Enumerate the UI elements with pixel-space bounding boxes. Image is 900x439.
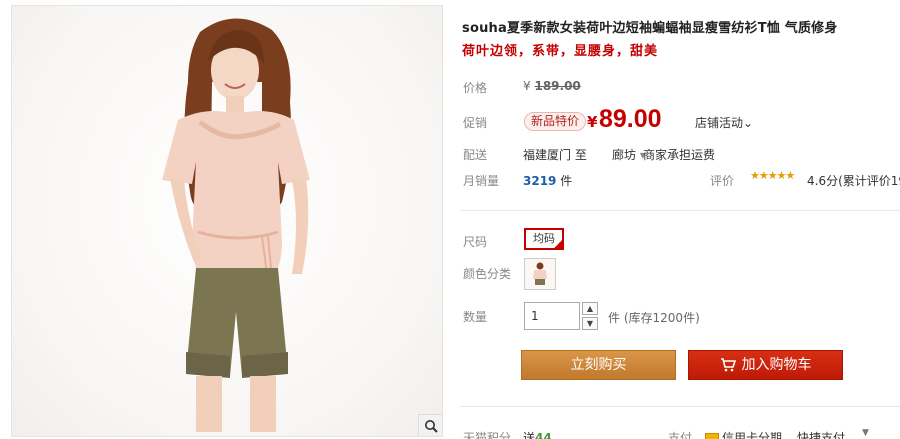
sales-unit: 件 [560,174,573,188]
product-model-photo[interactable] [122,12,352,432]
points-label: 天猫积分 [463,431,512,439]
product-info-panel: souha夏季新款女装荷叶边短袖蝙蝠袖显瘦雪纺衫T恤 气质修身 荷叶边领，系带，… [460,0,900,439]
zoom-button[interactable] [418,414,442,436]
chevron-down-icon: ⌄ [743,116,754,130]
ship-from: 福建厦门 至 [523,146,587,163]
shipping-note: 商家承担运费 [643,148,716,162]
original-price-value: 189.00 [534,79,581,93]
points-value: 送44 [523,429,552,439]
product-subtitle: 荷叶边领，系带，显腰身，甜美 [462,44,659,59]
credit-card-icon [705,433,719,439]
arrow-down-icon: ▼ [586,319,594,328]
quick-pay-label: 快捷支付 [797,431,846,439]
quantity-label: 数量 [463,310,488,324]
rating-summary-link[interactable]: 4.6分(累计评价196 [807,172,900,189]
quantity-decrease-button[interactable]: ▼ [582,317,598,330]
color-option-thumbnail[interactable] [524,258,556,290]
ship-to-dropdown[interactable]: 廊坊 ▾ [612,146,646,163]
quantity-input[interactable] [524,302,580,330]
quantity-increase-button[interactable]: ▲ [582,302,598,315]
size-option-text: 均码 [533,232,555,245]
payment-label: 支付 [668,431,693,439]
bottom-info-row: 天猫积分 送44 支付 信用卡分期 快捷支付 ▼ [460,424,900,439]
size-option-selected[interactable]: 均码 [524,228,564,250]
buy-now-button[interactable]: 立刻购买 [521,350,676,380]
store-promo-dropdown[interactable]: 店铺活动⌄ [695,114,753,131]
stock-info: 件 (库存1200件) [608,309,700,326]
quantity-unit: 件 [608,311,621,325]
ship-from-city: 福建厦门 [523,148,572,162]
sales-count: 3219 件 [523,172,572,189]
rating-stars-icon: ★★★★★ [750,169,795,182]
product-title: souha夏季新款女装荷叶边短袖蝙蝠袖显瘦雪纺衫T恤 气质修身 [462,21,838,36]
stock-count: (库存1200件) [623,311,700,325]
arrow-up-icon: ▲ [586,304,594,313]
quick-pay-link[interactable]: 快捷支付 [797,429,845,439]
add-to-cart-label: 加入购物车 [741,357,812,373]
points-prefix: 送 [523,431,536,439]
bottom-divider [460,406,900,407]
color-thumbnail-image [525,259,555,289]
rating-label: 评价 [710,174,735,188]
promo-badge: 新品特价 [524,112,587,131]
store-promo-label: 店铺活动 [695,116,744,130]
zoom-icon [424,419,438,433]
section-divider [460,210,900,211]
points-number: 44 [535,431,552,439]
product-image-panel[interactable] [11,5,443,437]
price-label: 价格 [463,81,488,95]
add-to-cart-button[interactable]: 加入购物车 [688,350,843,380]
payment-more-icon[interactable]: ▼ [862,428,869,438]
promo-label: 促销 [463,116,488,130]
credit-installment-link[interactable]: 信用卡分期 [705,429,782,439]
credit-installment-label: 信用卡分期 [722,431,783,439]
selected-check-icon [553,239,563,249]
sale-price: 89.00 [599,105,662,133]
ship-to-word: 至 [574,148,587,162]
ship-to-city: 廊坊 [612,148,637,162]
sale-currency: ¥ [587,113,598,131]
color-category-label: 颜色分类 [463,267,512,281]
cart-icon [720,358,736,372]
shipping-label: 配送 [463,148,488,162]
original-price-currency: ¥ [523,79,531,93]
sales-number: 3219 [523,174,557,188]
size-label: 尺码 [463,235,488,249]
original-price: ¥ 189.00 [523,79,581,93]
sales-label: 月销量 [463,174,500,188]
